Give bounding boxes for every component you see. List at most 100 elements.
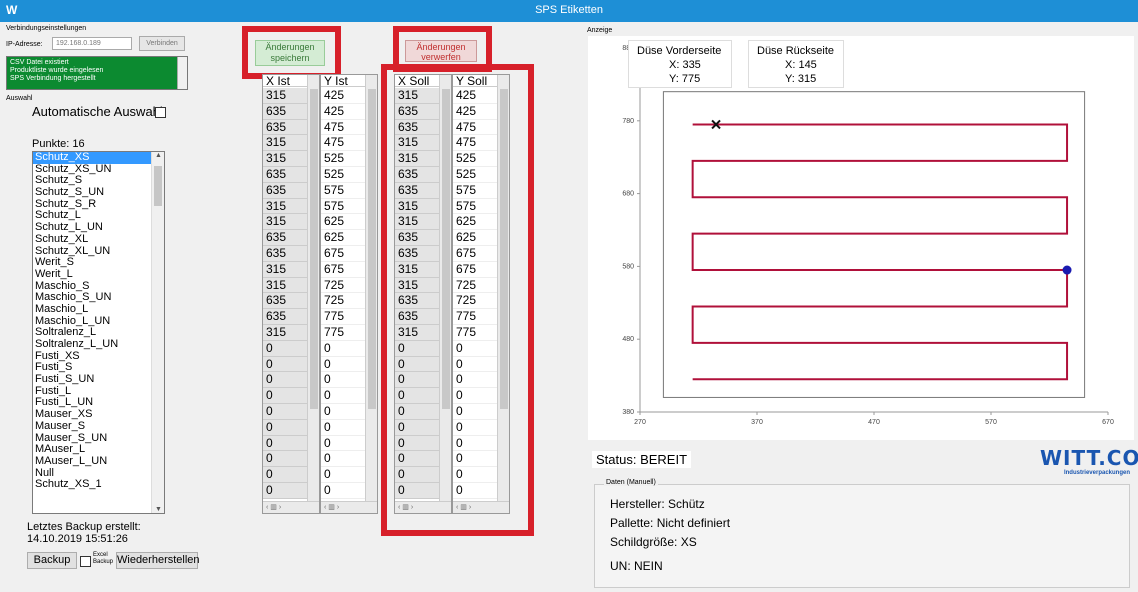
grid-cell[interactable]: 725	[321, 293, 366, 310]
grid-cell[interactable]: 425	[453, 104, 498, 120]
grid-cell[interactable]: 0	[321, 404, 366, 420]
grid-cell[interactable]: 425	[321, 88, 366, 104]
grid-cell[interactable]: 625	[321, 214, 366, 231]
grid-cell[interactable]: 575	[321, 199, 366, 215]
grid-cell[interactable]: 0	[395, 403, 440, 420]
grid-cell[interactable]: 0	[321, 388, 366, 404]
y-soll-column[interactable]: Y Soll 425 425 475 475 525 525 575 575 625 625 675 6…	[452, 74, 510, 514]
auto-select-checkbox[interactable]	[155, 107, 166, 118]
grid-cell[interactable]: 315	[263, 198, 308, 215]
grid-cell[interactable]: 775	[453, 309, 498, 325]
grid-cell[interactable]: 525	[453, 167, 498, 183]
list-item[interactable]: Schutz_XS	[33, 152, 151, 164]
grid-cell[interactable]: 315	[263, 135, 308, 152]
grid-cell[interactable]: 635	[263, 119, 308, 136]
grid-cell[interactable]: 625	[453, 214, 498, 231]
grid-vertical-scrollbar[interactable]	[365, 75, 377, 501]
grid-cell[interactable]: 0	[453, 372, 498, 389]
list-item[interactable]: Werit_L	[33, 268, 164, 281]
grid-cell[interactable]: 0	[395, 340, 440, 357]
grid-cell[interactable]: 0	[321, 436, 366, 452]
grid-cell[interactable]: 635	[263, 293, 308, 310]
grid-cell[interactable]: 775	[453, 325, 498, 341]
log-scrollbar[interactable]	[177, 57, 187, 89]
grid-cell[interactable]: 635	[263, 245, 308, 262]
x-ist-column[interactable]: X Ist 315 635 635 315 315 635 635 315 315 635 635 31…	[262, 74, 320, 514]
grid-horizontal-scrollbar[interactable]: ‹ ▥ ›	[263, 501, 319, 513]
grid-cell[interactable]: 425	[321, 104, 366, 120]
ip-address-field[interactable]: 192.168.0.189	[52, 37, 132, 50]
grid-cell[interactable]: 575	[453, 199, 498, 215]
scroll-thumb[interactable]	[368, 89, 376, 409]
list-item[interactable]: Schutz_S_UN	[33, 186, 164, 199]
grid-cell[interactable]: 675	[453, 246, 498, 262]
list-scrollbar[interactable]: ▲ ▼	[151, 152, 164, 513]
grid-cell[interactable]: 0	[321, 357, 366, 373]
grid-cell[interactable]: 635	[395, 245, 440, 262]
grid-cell[interactable]: 0	[321, 372, 366, 389]
grid-vertical-scrollbar[interactable]	[439, 75, 451, 501]
grid-cell[interactable]: 0	[453, 451, 498, 468]
grid-cell[interactable]: 0	[453, 436, 498, 452]
scroll-thumb[interactable]	[310, 89, 318, 409]
grid-cell[interactable]: 315	[395, 198, 440, 215]
grid-cell[interactable]: 725	[321, 278, 366, 294]
list-item[interactable]: Mauser_S	[33, 420, 164, 433]
grid-cell[interactable]: 0	[263, 467, 308, 483]
grid-cell[interactable]: 0	[321, 341, 366, 357]
grid-cell[interactable]: 575	[453, 183, 498, 199]
grid-cell[interactable]: 775	[321, 309, 366, 325]
grid-cell[interactable]: 0	[453, 404, 498, 420]
list-item[interactable]: Fusti_S_UN	[33, 373, 164, 386]
grid-cell[interactable]: 315	[263, 277, 308, 294]
grid-cell[interactable]: 0	[395, 467, 440, 483]
scroll-thumb[interactable]	[442, 89, 450, 409]
discard-changes-button[interactable]: Änderungen verwerfen	[405, 40, 477, 62]
grid-cell[interactable]: 635	[395, 119, 440, 136]
grid-horizontal-scrollbar[interactable]: ‹ ▥ ›	[321, 501, 377, 513]
grid-cell[interactable]: 675	[321, 262, 366, 278]
grid-cell[interactable]: 635	[395, 293, 440, 310]
grid-cell[interactable]: 635	[263, 103, 308, 120]
grid-cell[interactable]: 775	[321, 325, 366, 341]
grid-cell[interactable]: 0	[321, 467, 366, 483]
grid-cell[interactable]: 315	[395, 261, 440, 278]
scroll-thumb[interactable]	[500, 89, 508, 409]
excel-backup-checkbox[interactable]	[80, 556, 91, 567]
grid-vertical-scrollbar[interactable]	[307, 75, 319, 501]
grid-cell[interactable]: 315	[395, 277, 440, 294]
grid-cell[interactable]: 635	[263, 230, 308, 246]
list-item[interactable]: Schutz_XS_1	[33, 479, 164, 491]
grid-cell[interactable]: 635	[395, 166, 440, 183]
grid-cell[interactable]: 725	[453, 278, 498, 294]
grid-cell[interactable]: 0	[453, 388, 498, 404]
grid-cell[interactable]: 0	[263, 340, 308, 357]
grid-cell[interactable]: 635	[263, 309, 308, 325]
grid-cell[interactable]: 475	[321, 120, 366, 136]
scroll-down-icon[interactable]: ▼	[152, 506, 164, 513]
grid-cell[interactable]: 575	[321, 183, 366, 199]
x-soll-column[interactable]: X Soll 315 635 635 315 315 635 635 315 315 635 635 3…	[394, 74, 452, 514]
grid-cell[interactable]: 635	[263, 166, 308, 183]
grid-cell[interactable]: 675	[453, 262, 498, 278]
grid-cell[interactable]: 0	[395, 451, 440, 468]
grid-cell[interactable]: 315	[395, 151, 440, 167]
grid-cell[interactable]: 315	[263, 214, 308, 231]
grid-cell[interactable]: 425	[453, 88, 498, 104]
grid-cell[interactable]: 725	[453, 293, 498, 310]
grid-cell[interactable]: 315	[263, 88, 308, 104]
grid-cell[interactable]: 0	[263, 482, 308, 499]
grid-cell[interactable]: 315	[263, 261, 308, 278]
grid-cell[interactable]: 0	[453, 420, 498, 436]
grid-cell[interactable]: 315	[395, 214, 440, 231]
grid-cell[interactable]: 0	[453, 467, 498, 483]
list-item[interactable]: Soltralenz_L_UN	[33, 338, 164, 351]
grid-cell[interactable]: 635	[263, 182, 308, 199]
grid-cell[interactable]: 315	[395, 324, 440, 341]
y-ist-column[interactable]: Y Ist 425 425 475 475 525 525 575 575 625 625 675 67…	[320, 74, 378, 514]
list-item[interactable]: MAuser_L_UN	[33, 455, 164, 468]
grid-cell[interactable]: 0	[321, 420, 366, 436]
grid-cell[interactable]: 635	[395, 230, 440, 246]
grid-cell[interactable]: 315	[263, 324, 308, 341]
grid-cell[interactable]: 625	[453, 230, 498, 246]
